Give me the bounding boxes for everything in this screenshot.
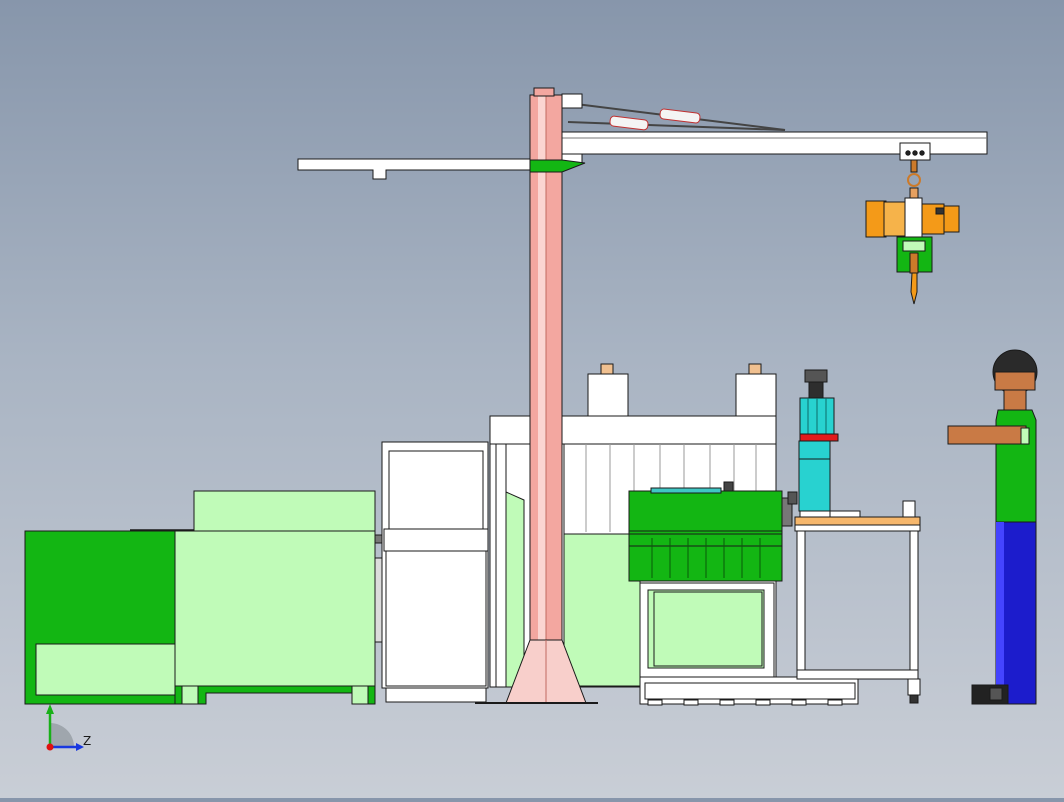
operator-figure[interactable] bbox=[947, 349, 1038, 705]
enclosure-foot-right bbox=[351, 685, 369, 705]
fence-panel-handle-bar bbox=[383, 528, 489, 552]
work-table-top bbox=[794, 516, 921, 526]
enclosure-upper-panel bbox=[193, 490, 376, 532]
hoist-motor-left bbox=[865, 200, 887, 238]
fence-panel-bottom bbox=[385, 550, 487, 687]
press-cylinder-right bbox=[735, 373, 777, 417]
cad-viewport[interactable]: Z bbox=[0, 0, 1064, 798]
work-table-leg-right bbox=[909, 530, 919, 678]
press-cylinder-left bbox=[587, 373, 629, 417]
hoist-gear-left bbox=[883, 201, 907, 237]
enclosure-light-box bbox=[174, 530, 376, 687]
tool-base bbox=[798, 458, 831, 512]
triad-arc bbox=[50, 723, 74, 747]
hoist-center-body bbox=[904, 197, 923, 239]
enclosure-dark-box-window bbox=[35, 643, 177, 696]
enclosure-base-frame bbox=[174, 685, 376, 705]
green-enclosure[interactable] bbox=[24, 490, 376, 705]
tool-on-table[interactable] bbox=[798, 369, 861, 518]
electric-hoist[interactable] bbox=[865, 159, 960, 305]
tool-red-ring bbox=[799, 433, 839, 442]
operator-arm bbox=[947, 425, 1027, 445]
work-table-leg-left bbox=[796, 530, 806, 678]
coordinate-triad: Z bbox=[46, 704, 91, 751]
fence-panel[interactable] bbox=[374, 441, 489, 703]
jib-pillar-collar bbox=[529, 159, 586, 173]
jib-back-arm bbox=[297, 158, 531, 180]
triad-z-label: Z bbox=[83, 734, 91, 748]
triad-x-origin bbox=[46, 743, 54, 751]
fence-panel-window bbox=[388, 450, 484, 530]
work-table[interactable] bbox=[794, 500, 921, 704]
enclosure-foot-left bbox=[181, 685, 199, 705]
fence-panel-foot bbox=[385, 687, 487, 703]
tool-body-lower bbox=[798, 440, 831, 461]
